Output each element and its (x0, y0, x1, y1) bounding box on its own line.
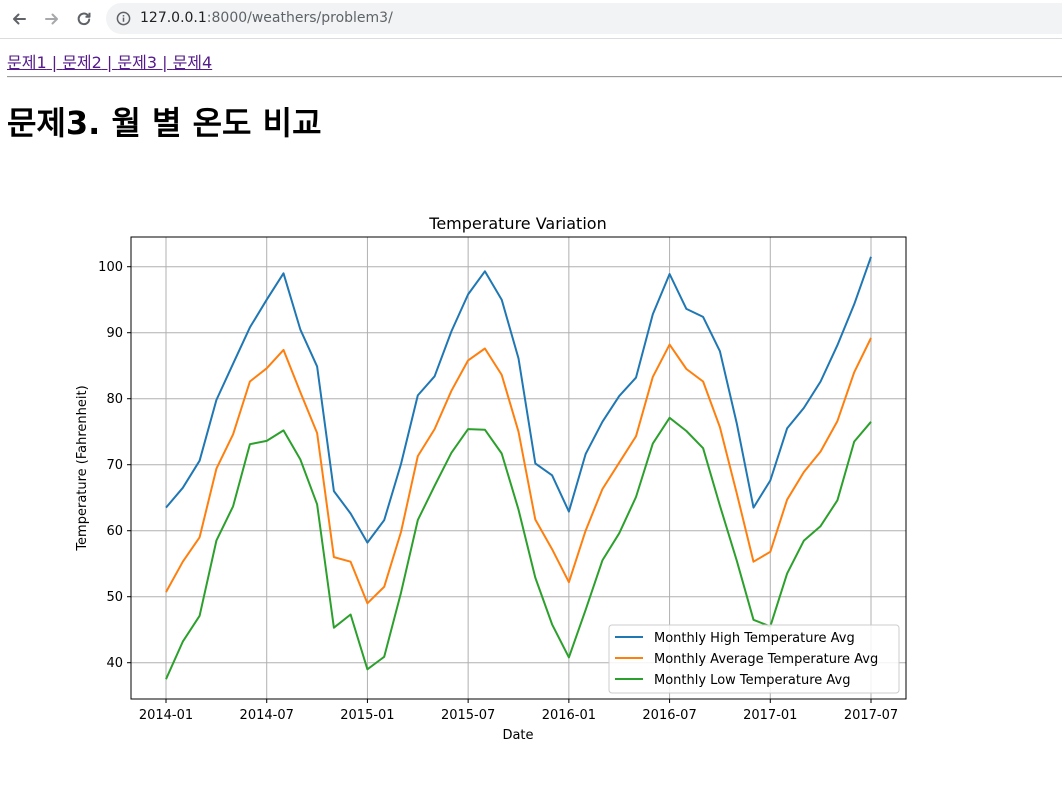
link-problem-3[interactable]: 문제3 (117, 53, 157, 72)
arrow-left-icon (13, 13, 26, 25)
divider (7, 76, 1062, 78)
url-host: 127.0.0.1 (140, 10, 207, 26)
chart-container: 40 50 60 70 80 90 100 2014-01 2014-07 2015-01 2015… (0, 200, 1062, 760)
chart-title: Temperature Variation (428, 214, 606, 233)
x-tick-label: 2017-07 (844, 708, 898, 723)
x-tick-label: 2014-07 (240, 708, 294, 723)
info-icon[interactable] (116, 11, 131, 26)
page-title: 문제3. 월 별 온도 비교 (7, 104, 322, 142)
link-problem-2[interactable]: 문제2 (62, 53, 102, 72)
link-separator: | (101, 53, 118, 72)
x-tick-label: 2015-07 (441, 708, 495, 723)
y-axis-label: Temperature (Fahrenheit) (75, 385, 90, 551)
y-tick-label: 100 (98, 260, 123, 275)
legend: Monthly High Temperature Avg Monthly Aver… (608, 624, 900, 694)
link-problem-1[interactable]: 문제1 (7, 53, 47, 72)
y-tick-label: 80 (106, 392, 123, 407)
url-path: :8000/weathers/problem3/ (206, 10, 393, 26)
reload-button[interactable] (71, 6, 97, 32)
legend-label: Monthly High Temperature Avg (654, 631, 855, 646)
forward-button[interactable] (39, 6, 65, 32)
y-tick-label: 60 (106, 524, 123, 539)
series-lines (165, 256, 872, 680)
link-separator: | (157, 53, 173, 72)
arrow-right-icon (45, 13, 58, 25)
temperature-chart: 40 50 60 70 80 90 100 2014-01 2014-07 2015-01 2015… (75, 214, 907, 743)
link-separator: | (46, 53, 63, 72)
y-tick-label: 40 (106, 656, 123, 671)
x-tick-label: 2017-01 (743, 708, 797, 723)
y-tick-label: 70 (106, 458, 123, 473)
back-button[interactable] (6, 6, 32, 32)
y-tick-label: 90 (106, 326, 123, 341)
problem-links: 문제1 | 문제2 | 문제3 | 문제4 (7, 49, 212, 73)
x-tick-label: 2016-01 (542, 708, 596, 723)
y-tick-label: 50 (106, 590, 123, 605)
x-tick-label: 2016-07 (642, 708, 696, 723)
legend-label: Monthly Low Temperature Avg (654, 673, 850, 688)
link-problem-4[interactable]: 문제4 (173, 53, 213, 72)
reload-icon (77, 12, 91, 26)
series-line-high (165, 256, 872, 544)
series-line-average (165, 337, 872, 605)
url-text[interactable]: 127.0.0.1:8000/weathers/problem3/ (140, 10, 393, 26)
x-tick-label: 2015-01 (340, 708, 394, 723)
x-tick-label: 2014-01 (139, 708, 193, 723)
legend-label: Monthly Average Temperature Avg (654, 652, 878, 667)
browser-toolbar: 127.0.0.1:8000/weathers/problem3/ (0, 0, 1062, 39)
x-axis-label: Date (502, 728, 533, 743)
address-bar[interactable]: 127.0.0.1:8000/weathers/problem3/ (106, 3, 1062, 34)
